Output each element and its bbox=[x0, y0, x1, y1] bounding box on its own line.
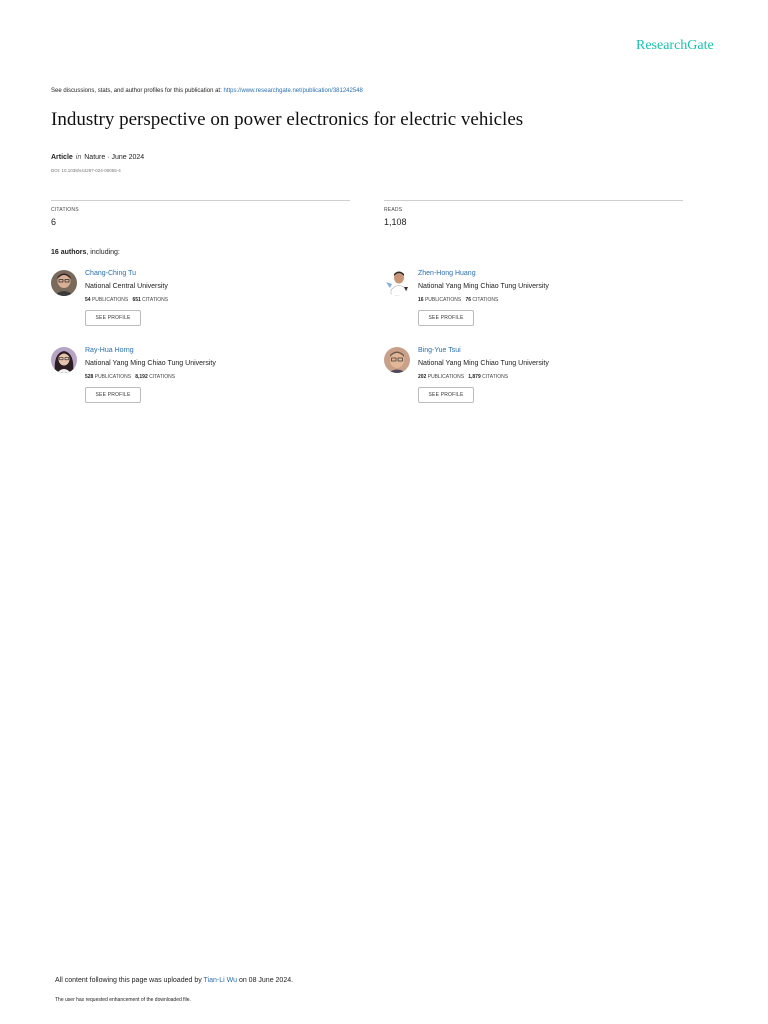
author-stats: 54 PUBLICATIONS 651 CITATIONS bbox=[85, 297, 168, 303]
author-citations-count: 651 bbox=[132, 297, 141, 303]
author-card: Bing-Yue Tsui National Yang Ming Chiao T… bbox=[384, 347, 684, 417]
researchgate-logo[interactable]: ResearchGate bbox=[636, 38, 714, 54]
reads-value: 1,108 bbox=[384, 217, 407, 227]
publication-meta: Article in Nature · June 2024 bbox=[51, 154, 144, 161]
author-stats: 202 PUBLICATIONS 1,879 CITATIONS bbox=[418, 374, 508, 380]
see-profile-button[interactable]: SEE PROFILE bbox=[85, 387, 141, 403]
author-publications-label: PUBLICATIONS bbox=[94, 374, 132, 380]
author-card: Zhen-Hong Huang National Yang Ming Chiao… bbox=[384, 270, 684, 340]
see-profile-button[interactable]: SEE PROFILE bbox=[418, 310, 474, 326]
publication-type: Article bbox=[51, 154, 73, 161]
publication-link[interactable]: https://www.researchgate.net/publication… bbox=[223, 88, 362, 94]
author-avatar[interactable] bbox=[51, 347, 77, 373]
author-card: Chang-Ching Tu National Central Universi… bbox=[51, 270, 351, 340]
author-citations-label: CITATIONS bbox=[142, 297, 169, 303]
author-name[interactable]: Chang-Ching Tu bbox=[85, 270, 136, 277]
author-citations-label: CITATIONS bbox=[472, 297, 499, 303]
citations-label: CITATIONS bbox=[51, 207, 79, 213]
uploaded-prefix: All content following this page was uplo… bbox=[55, 977, 204, 984]
uploaded-suffix: on 08 June 2024. bbox=[237, 977, 294, 984]
reads-divider bbox=[384, 200, 683, 201]
author-citations-label: CITATIONS bbox=[149, 374, 176, 380]
author-institution: National Yang Ming Chiao Tung University bbox=[418, 360, 549, 367]
author-citations-label: CITATIONS bbox=[482, 374, 509, 380]
author-publications-count: 16 bbox=[418, 297, 424, 303]
enhancement-note: The user has requested enhancement of th… bbox=[55, 997, 191, 1003]
author-publications-count: 202 bbox=[418, 374, 427, 380]
author-stats: 16 PUBLICATIONS 76 CITATIONS bbox=[418, 297, 498, 303]
author-publications-label: PUBLICATIONS bbox=[424, 297, 462, 303]
author-name[interactable]: Zhen-Hong Huang bbox=[418, 270, 476, 277]
author-institution: National Yang Ming Chiao Tung University bbox=[418, 283, 549, 290]
author-publications-label: PUBLICATIONS bbox=[427, 374, 465, 380]
citations-value: 6 bbox=[51, 217, 57, 227]
author-institution: National Yang Ming Chiao Tung University bbox=[85, 360, 216, 367]
publication-venue-date: Nature · June 2024 bbox=[84, 154, 145, 161]
author-publications-count: 54 bbox=[85, 297, 91, 303]
author-institution: National Central University bbox=[85, 283, 168, 290]
author-citations-count: 1,879 bbox=[468, 374, 481, 380]
authors-count: 16 authors bbox=[51, 249, 87, 256]
publication-doi: DOI: 10.1038/s44287-024-00055-4 bbox=[51, 168, 121, 173]
author-citations-count: 8,192 bbox=[135, 374, 148, 380]
see-discussions-line: See discussions, stats, and author profi… bbox=[51, 88, 363, 94]
uploaded-by-line: All content following this page was uplo… bbox=[55, 977, 293, 984]
see-discussions-text: See discussions, stats, and author profi… bbox=[51, 88, 224, 94]
citations-divider bbox=[51, 200, 350, 201]
author-card: Ray-Hua Horng National Yang Ming Chiao T… bbox=[51, 347, 351, 417]
in-word: in bbox=[75, 154, 82, 161]
author-publications-label: PUBLICATIONS bbox=[91, 297, 129, 303]
author-name[interactable]: Bing-Yue Tsui bbox=[418, 347, 461, 354]
authors-suffix: , including: bbox=[86, 249, 120, 256]
author-citations-count: 76 bbox=[465, 297, 471, 303]
see-profile-button[interactable]: SEE PROFILE bbox=[85, 310, 141, 326]
author-avatar[interactable] bbox=[384, 347, 410, 373]
authors-heading: 16 authors, including: bbox=[51, 249, 120, 256]
reads-label: READS bbox=[384, 207, 403, 213]
see-profile-button[interactable]: SEE PROFILE bbox=[418, 387, 474, 403]
publication-title: Industry perspective on power electronic… bbox=[51, 109, 524, 130]
author-avatar[interactable] bbox=[51, 270, 77, 296]
uploader-link[interactable]: Tian-Li Wu bbox=[204, 977, 237, 984]
author-publications-count: 528 bbox=[85, 374, 94, 380]
author-avatar[interactable] bbox=[384, 270, 410, 296]
author-stats: 528 PUBLICATIONS 8,192 CITATIONS bbox=[85, 374, 175, 380]
author-name[interactable]: Ray-Hua Horng bbox=[85, 347, 134, 354]
